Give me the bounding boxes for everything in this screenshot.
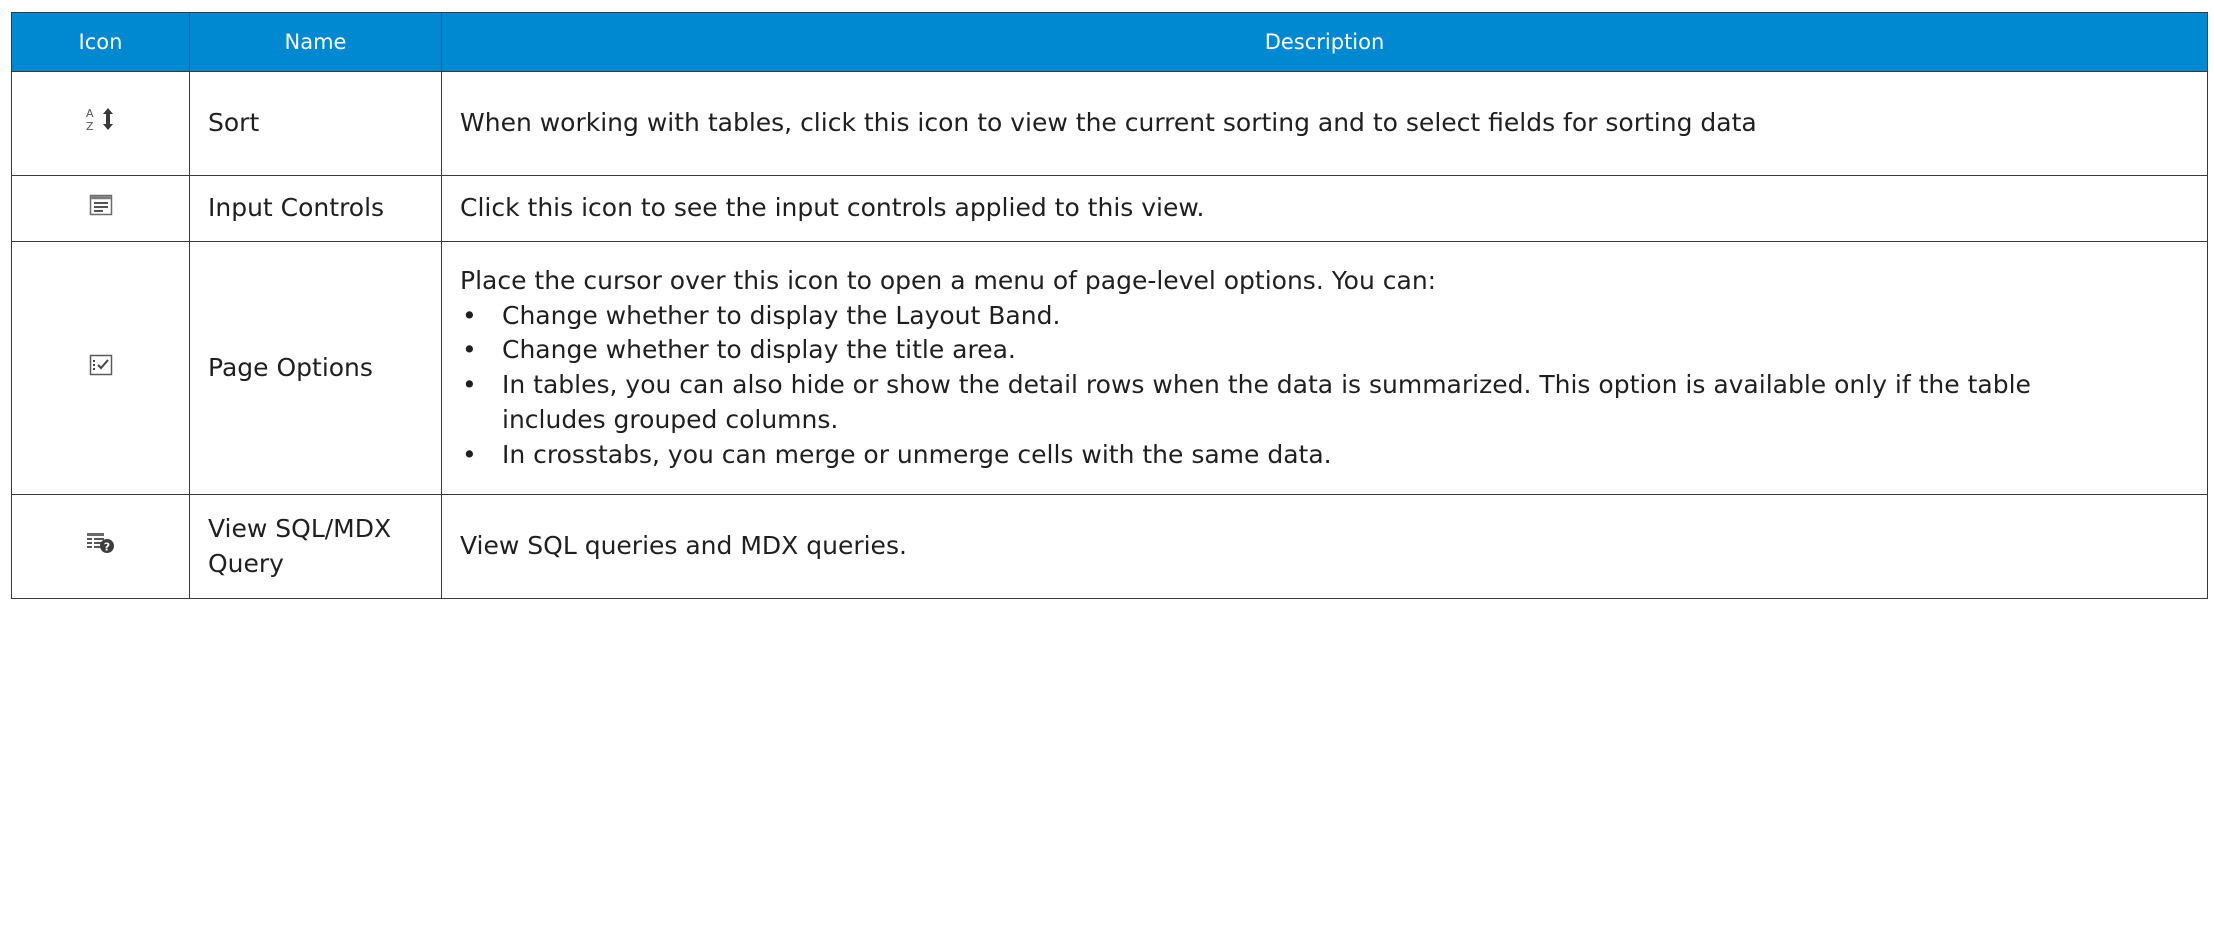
header-icon: Icon (11, 12, 190, 72)
page-options-icon (89, 351, 113, 386)
svg-text:Z: Z (86, 120, 94, 132)
svg-text:?: ? (103, 541, 109, 554)
description-bullet-list: • Change whether to display the Layout Ba… (460, 299, 2191, 473)
list-item: • In tables, you can also hide or show th… (462, 370, 2031, 434)
description-cell: When working with tables, click this ico… (441, 71, 2208, 176)
bullet-icon: • (462, 300, 477, 330)
table-row: A Z Sort When working with tables, click… (11, 71, 2208, 176)
header-description: Description (441, 12, 2208, 72)
bullet-icon: • (462, 370, 477, 399)
description-intro: Place the cursor over this icon to open … (460, 265, 1437, 295)
list-item: • Change whether to display the Layout Ba… (460, 299, 2191, 334)
bullet-icon: • (462, 335, 477, 365)
svg-text:A: A (86, 107, 94, 120)
sort-icon: A Z (84, 106, 118, 142)
description-cell: Click this icon to see the input control… (441, 175, 2208, 242)
table-header-row: Icon Name Description (11, 12, 2208, 72)
bullet-icon: • (462, 439, 477, 469)
description-cell: View SQL queries and MDX queries. (441, 494, 2208, 599)
icon-cell (11, 241, 190, 495)
view-sql-mdx-query-icon: ? (86, 529, 116, 564)
description-cell: Place the cursor over this icon to open … (441, 241, 2208, 495)
icon-cell: A Z (11, 71, 190, 176)
header-name: Name (189, 12, 442, 72)
icon-cell (11, 175, 190, 242)
name-cell: Sort (189, 71, 442, 176)
input-controls-icon (89, 191, 113, 226)
table-row: ? View SQL/MDX Query View SQL queries an… (11, 494, 2208, 599)
list-item: • Change whether to display the title are… (460, 333, 2191, 368)
table-row: Input Controls Click this icon to see th… (11, 175, 2208, 242)
table-row: Page Options Place the cursor over this … (11, 241, 2208, 495)
name-cell: Page Options (189, 241, 442, 495)
icon-cell: ? (11, 494, 190, 599)
name-cell: View SQL/MDX Query (189, 494, 442, 599)
name-cell: Input Controls (189, 175, 442, 242)
icon-reference-table: Icon Name Description A Z Sort When work… (11, 12, 2208, 599)
list-item: • In crosstabs, you can merge or unmerge … (460, 438, 2191, 473)
